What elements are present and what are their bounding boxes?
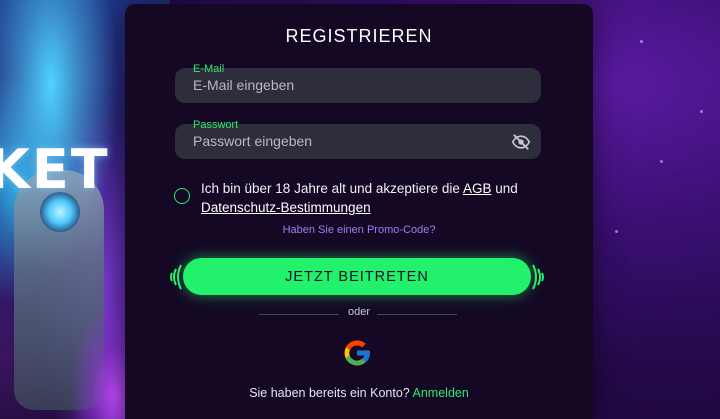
eye-slash-icon[interactable] [511, 132, 531, 152]
password-input[interactable] [193, 133, 493, 149]
sound-wave-left-icon [170, 264, 182, 290]
page: KET REGISTRIEREN E-Mail Passwort Ich bin… [0, 0, 720, 419]
email-input[interactable] [193, 77, 493, 93]
login-prompt: Sie haben bereits ein Konto? Anmelden [125, 386, 593, 400]
privacy-policy-link[interactable]: Datenschutz-Bestimmungen [201, 200, 371, 215]
form-title: REGISTRIEREN [285, 26, 433, 46]
google-icon[interactable] [341, 337, 373, 369]
login-prompt-text: Sie haben bereits ein Konto? [249, 386, 413, 400]
consent-text-before: Ich bin über 18 Jahre alt und akzeptiere… [201, 181, 463, 196]
hero-text: KET [0, 138, 110, 201]
sparkle [700, 110, 703, 113]
email-label: E-Mail [193, 63, 225, 75]
registration-card: REGISTRIEREN E-Mail Passwort Ich bin übe… [125, 4, 593, 419]
sparkle [660, 160, 663, 163]
consent-text: Ich bin über 18 Jahre alt und akzeptiere… [201, 179, 561, 217]
promo-code-link[interactable]: Haben Sie einen Promo-Code? [125, 224, 593, 236]
email-field[interactable]: E-Mail [175, 63, 541, 103]
join-now-button[interactable]: JETZT BEITRETEN [183, 258, 531, 295]
divider-line [377, 314, 457, 315]
login-link[interactable]: Anmelden [413, 386, 469, 400]
sparkle [615, 230, 618, 233]
agb-link[interactable]: AGB [463, 181, 492, 196]
divider-text: oder [347, 306, 371, 318]
password-field[interactable]: Passwort [175, 119, 541, 159]
sparkle [640, 40, 643, 43]
consent-text-middle: und [491, 181, 518, 196]
age-consent-checkbox[interactable] [174, 188, 190, 204]
password-label: Passwort [193, 119, 239, 131]
sound-wave-right-icon [532, 264, 544, 290]
